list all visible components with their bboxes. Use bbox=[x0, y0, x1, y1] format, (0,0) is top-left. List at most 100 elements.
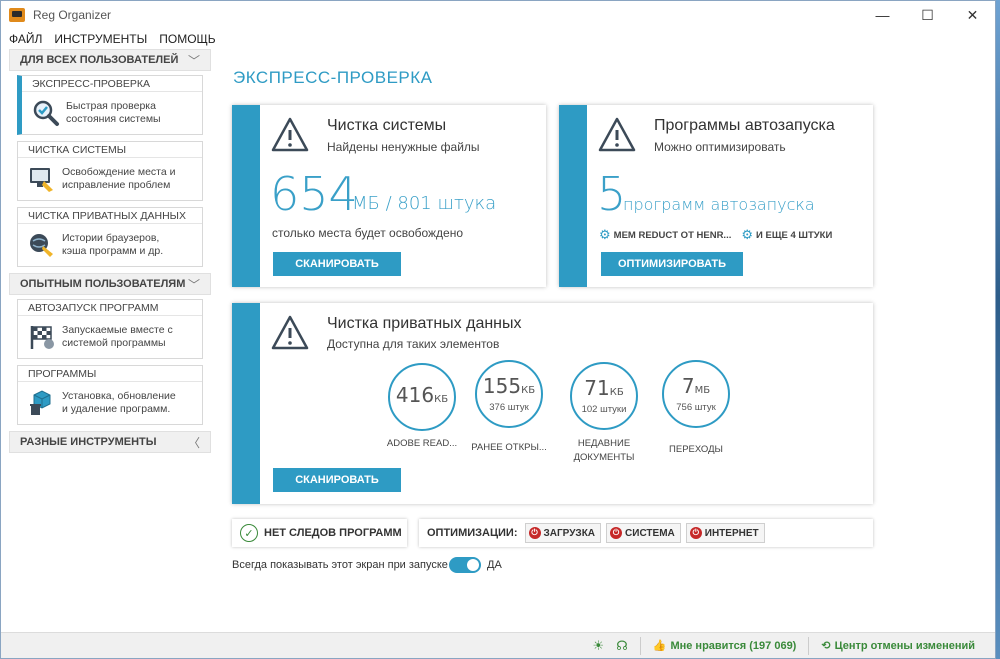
sidebar-item-private-clean[interactable]: ЧИСТКА ПРИВАТНЫХ ДАННЫХ Истории браузеро… bbox=[17, 207, 203, 267]
private-item-label: ПЕРЕХОДЫ bbox=[669, 444, 723, 455]
sidebar-item-title: ПРОГРАММЫ bbox=[18, 366, 202, 382]
minimize-button[interactable]: — bbox=[860, 1, 905, 29]
chevron-left-icon: 〈 bbox=[187, 435, 200, 450]
warning-icon bbox=[271, 315, 309, 350]
scan-private-button[interactable]: СКАНИРОВАТЬ bbox=[273, 468, 401, 492]
freed-space-value: 654 bbox=[270, 167, 358, 221]
thumbs-up-icon: 👍 bbox=[652, 640, 667, 652]
card-title: Программы автозапуска bbox=[654, 117, 835, 134]
autorun-item-1[interactable]: MEM REDUCT OT HENR... bbox=[614, 230, 732, 241]
sidebar-item-desc-line2: кэша программ и др. bbox=[62, 245, 164, 257]
autorun-item-more[interactable]: И ЕЩЕ 4 ШТУКИ bbox=[756, 230, 832, 241]
page-title: ЭКСПРЕСС-ПРОВЕРКА bbox=[233, 68, 433, 87]
like-label: Мне нравится (197 069) bbox=[670, 639, 797, 652]
card-autorun: Программы автозапуска Можно оптимизирова… bbox=[559, 105, 873, 287]
sidebar-item-desc-line2: системой программы bbox=[62, 337, 166, 349]
private-item-adobe[interactable]: 416КБ bbox=[388, 363, 456, 431]
card-subtitle: Доступна для таких элементов bbox=[327, 337, 500, 351]
sidebar-item-programs[interactable]: ПРОГРАММЫ Установка, обновление и удален… bbox=[17, 365, 203, 425]
private-item-transitions[interactable]: 7МБ 756 штук bbox=[662, 360, 730, 428]
card-private-data: Чистка приватных данных Доступна для так… bbox=[232, 303, 873, 504]
window-controls: — ☐ ✕ bbox=[860, 1, 995, 29]
power-icon: ⏻ bbox=[610, 527, 623, 539]
item-unit: КБ bbox=[521, 385, 536, 396]
freed-space-unit: МБ / 801 штука bbox=[352, 193, 497, 214]
private-item-label: НЕДАВНИЕ ДОКУМЕНТЫ bbox=[573, 438, 635, 463]
autorun-count: 5 bbox=[597, 167, 627, 221]
private-item-recent-docs[interactable]: 71КБ 102 штуки bbox=[570, 362, 638, 430]
chevron-down-icon: ﹀ bbox=[187, 53, 200, 68]
opt-boot-chip[interactable]: ⏻ ЗАГРУЗКА bbox=[524, 523, 602, 543]
card-title: Чистка системы bbox=[327, 117, 447, 134]
magnifier-check-icon bbox=[33, 100, 59, 126]
sidebar-item-desc-line2: и удаление программ. bbox=[62, 403, 171, 415]
maximize-button[interactable]: ☐ bbox=[905, 1, 950, 29]
toggle-state-label: ДА bbox=[487, 559, 502, 571]
gear-icon: ⚙ bbox=[741, 227, 754, 242]
card-stripe bbox=[232, 105, 260, 287]
sidebar-item-title: ЧИСТКА СИСТЕМЫ bbox=[18, 142, 202, 158]
menu-help[interactable]: ПОМОЩЬ bbox=[159, 32, 215, 46]
always-show-label: Всегда показывать этот экран при запуске bbox=[232, 559, 448, 571]
scan-system-button[interactable]: СКАНИРОВАТЬ bbox=[273, 252, 401, 276]
sidebar-item-desc-line2: исправление проблем bbox=[62, 179, 171, 191]
item-unit: МБ bbox=[694, 385, 711, 396]
sidebar-item-express-check[interactable]: ЭКСПРЕСС-ПРОВЕРКА Быстрая проверка состо… bbox=[17, 75, 203, 135]
opt-internet-chip[interactable]: ⏻ ИНТЕРНЕТ bbox=[685, 523, 765, 543]
menu-bar: ФАЙЛ ИНСТРУМЕНТЫ ПОМОЩЬ bbox=[1, 29, 995, 49]
optimizations-label: ОПТИМИЗАЦИИ: bbox=[427, 527, 518, 539]
private-item-label: ADOBE READ... bbox=[386, 438, 458, 449]
divider bbox=[639, 636, 641, 655]
like-button[interactable]: 👍 Мне нравится (197 069) bbox=[652, 639, 797, 653]
section-all-users[interactable]: ДЛЯ ВСЕХ ПОЛЬЗОВАТЕЛЕЙ ﹀ bbox=[9, 49, 211, 71]
opt-system-chip[interactable]: ⏻ СИСТЕМА bbox=[606, 523, 681, 543]
close-button[interactable]: ✕ bbox=[950, 1, 995, 29]
item-unit: КБ bbox=[434, 393, 449, 405]
card-stripe bbox=[232, 303, 260, 504]
menu-tools[interactable]: ИНСТРУМЕНТЫ bbox=[54, 32, 147, 46]
power-icon: ⏻ bbox=[528, 527, 541, 539]
menu-file[interactable]: ФАЙЛ bbox=[9, 32, 42, 46]
item-count: 102 штуки bbox=[581, 404, 627, 415]
sidebar-item-desc-line1: Истории браузеров, bbox=[62, 232, 160, 244]
sidebar-item-desc-line1: Освобождение места и bbox=[62, 166, 176, 178]
sidebar-item-title: ЭКСПРЕСС-ПРОВЕРКА bbox=[22, 76, 202, 92]
sidebar-item-system-clean[interactable]: ЧИСТКА СИСТЕМЫ Освобождение места и испр… bbox=[17, 141, 203, 201]
monitor-broom-icon bbox=[30, 168, 53, 192]
chip-label: СИСТЕМА bbox=[625, 527, 675, 539]
item-size: 7 bbox=[681, 374, 695, 398]
undo-center-link[interactable]: ⟲ Центр отмены изменений bbox=[821, 639, 975, 653]
autorun-items: ⚙ MEM REDUCT OT HENR... ⚙ И ЕЩЕ 4 ШТУКИ bbox=[599, 227, 832, 243]
no-traces-panel[interactable]: ✓ НЕТ СЛЕДОВ ПРОГРАММ bbox=[232, 519, 407, 547]
sidebar-item-desc-line1: Быстрая проверка bbox=[66, 100, 156, 112]
optimize-button[interactable]: ОПТИМИЗИРОВАТЬ bbox=[601, 252, 743, 276]
chip-label: ИНТЕРНЕТ bbox=[704, 527, 759, 539]
card-subtitle: Можно оптимизировать bbox=[654, 140, 786, 154]
headset-icon[interactable]: ☊ bbox=[616, 638, 628, 654]
sidebar-item-desc-line1: Запускаемые вместе с bbox=[62, 324, 173, 336]
always-show-toggle[interactable] bbox=[449, 557, 481, 573]
sidebar-item-desc-line2: состояния системы bbox=[66, 113, 161, 125]
bulb-icon[interactable]: ☀ bbox=[593, 638, 605, 654]
item-unit: КБ bbox=[609, 387, 624, 398]
section-advanced-users[interactable]: ОПЫТНЫМ ПОЛЬЗОВАТЕЛЯМ ﹀ bbox=[9, 273, 211, 295]
no-traces-label: НЕТ СЛЕДОВ ПРОГРАММ bbox=[264, 527, 402, 539]
box-trash-icon bbox=[30, 390, 51, 415]
card-system-clean: Чистка системы Найдены ненужные файлы 65… bbox=[232, 105, 546, 287]
gear-icon: ⚙ bbox=[599, 227, 611, 242]
chip-label: ЗАГРУЗКА bbox=[543, 527, 596, 539]
private-item-recent-opened[interactable]: 155КБ 376 штук bbox=[475, 360, 543, 428]
chevron-down-icon: ﹀ bbox=[187, 277, 200, 292]
card-stripe bbox=[559, 105, 587, 287]
check-circle-icon: ✓ bbox=[240, 524, 258, 542]
card-subtitle: Найдены ненужные файлы bbox=[327, 140, 480, 154]
private-item-label: РАНЕЕ ОТКРЫ... bbox=[471, 442, 547, 453]
item-size: 416 bbox=[395, 382, 435, 407]
power-icon: ⏻ bbox=[689, 527, 702, 539]
sidebar-item-autorun[interactable]: АВТОЗАПУСК ПРОГРАММ Запускаемые вместе с… bbox=[17, 299, 203, 359]
section-misc-tools[interactable]: РАЗНЫЕ ИНСТРУМЕНТЫ 〈 bbox=[9, 431, 211, 453]
divider bbox=[808, 636, 810, 655]
optimizations-panel: ОПТИМИЗАЦИИ: ⏻ ЗАГРУЗКА ⏻ СИСТЕМА ⏻ ИНТЕРНЕ… bbox=[419, 519, 873, 547]
section-title: ОПЫТНЫМ ПОЛЬЗОВАТЕЛЯМ bbox=[20, 278, 186, 290]
item-size: 155 bbox=[482, 374, 522, 398]
